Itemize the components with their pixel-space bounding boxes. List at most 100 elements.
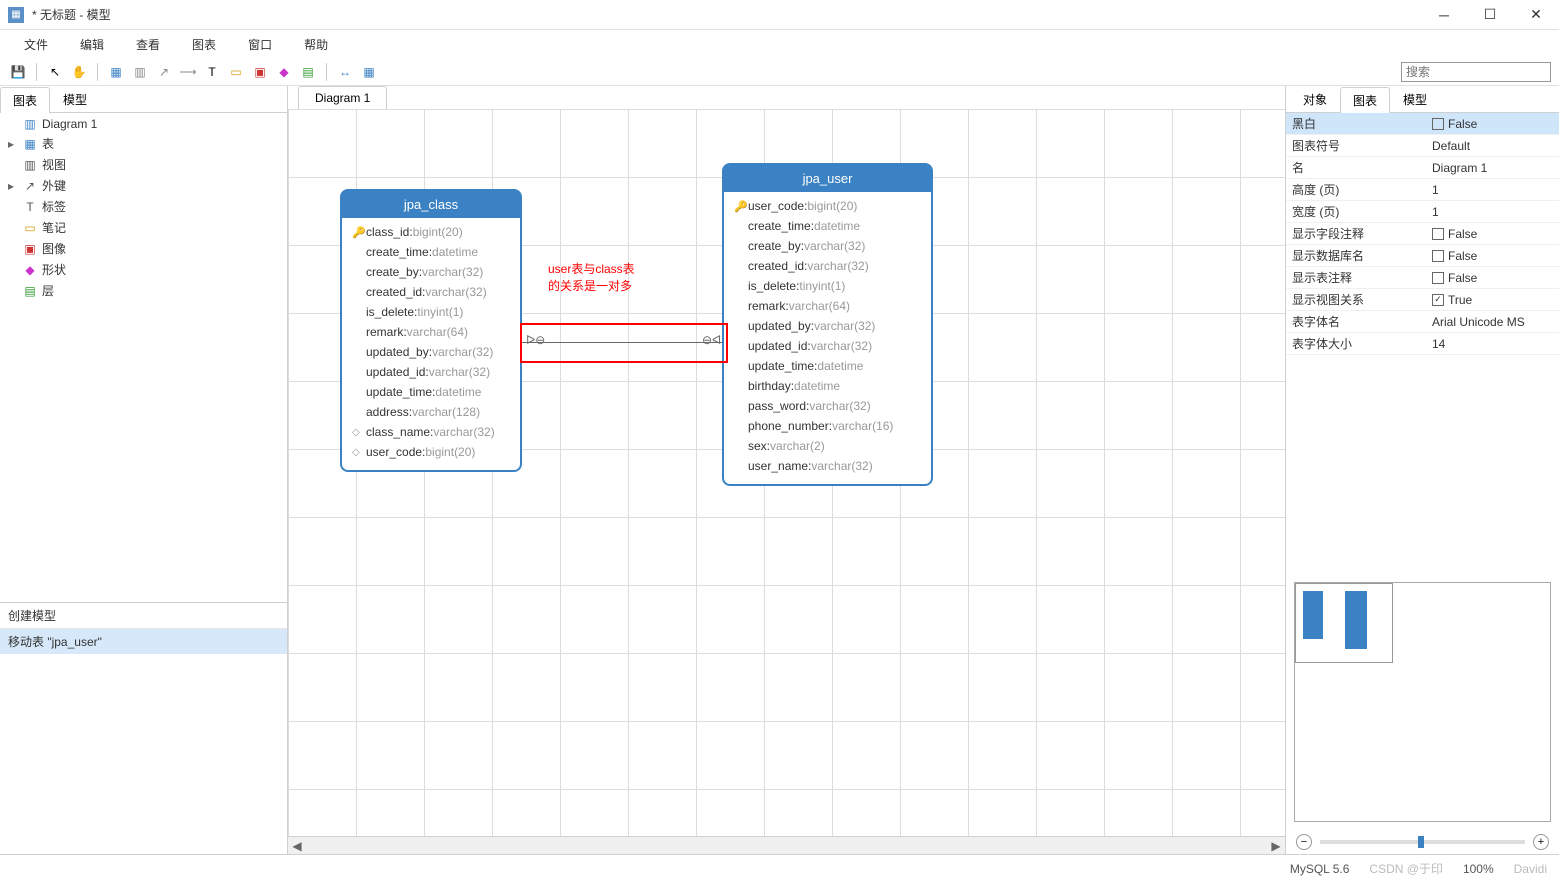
checkbox-icon[interactable] (1432, 118, 1444, 130)
property-row[interactable]: 黑白 False (1286, 113, 1559, 135)
fk-icon[interactable]: ↗ (154, 62, 174, 82)
zoom-in-button[interactable]: + (1533, 834, 1549, 850)
tree-node-fk[interactable]: ▸↗外键 (0, 175, 287, 196)
shape-icon[interactable]: ◆ (274, 62, 294, 82)
column-row[interactable]: phone_number: varchar(16) (734, 416, 921, 436)
view-icon[interactable]: ▥ (130, 62, 150, 82)
property-value[interactable]: False (1432, 271, 1553, 285)
column-row[interactable]: create_by: varchar(32) (734, 236, 921, 256)
left-tab-diagram[interactable]: 图表 (0, 87, 50, 113)
link-icon[interactable]: ↔ (335, 62, 355, 82)
tree-node-table[interactable]: ▸▦表 (0, 133, 287, 154)
column-row[interactable]: address: varchar(128) (352, 402, 510, 422)
column-row[interactable]: remark: varchar(64) (734, 296, 921, 316)
left-tab-model[interactable]: 模型 (50, 86, 100, 112)
property-row[interactable]: 高度 (页)1 (1286, 179, 1559, 201)
tree-node-image[interactable]: ▣图像 (0, 238, 287, 259)
relation-icon[interactable]: ⟶ (178, 62, 198, 82)
checkbox-icon[interactable] (1432, 250, 1444, 262)
diagram-canvas[interactable]: jpa_class 🔑class_id: bigint(20)create_ti… (288, 109, 1285, 836)
pointer-icon[interactable]: ↖ (45, 62, 65, 82)
menu-view[interactable]: 查看 (120, 32, 176, 57)
property-value[interactable]: 1 (1432, 183, 1553, 197)
history-item[interactable]: 移动表 "jpa_user" (0, 629, 287, 654)
column-row[interactable]: updated_by: varchar(32) (734, 316, 921, 336)
right-tab-model[interactable]: 模型 (1390, 86, 1440, 112)
column-row[interactable]: birthday: datetime (734, 376, 921, 396)
right-tab-diagram[interactable]: 图表 (1340, 87, 1390, 113)
column-row[interactable]: 🔑user_code: bigint(20) (734, 196, 921, 216)
note-icon[interactable]: ▭ (226, 62, 246, 82)
checkbox-icon[interactable] (1432, 228, 1444, 240)
layer-icon[interactable]: ▤ (298, 62, 318, 82)
tree-node-note[interactable]: ▭笔记 (0, 217, 287, 238)
property-value[interactable]: ✓ True (1432, 293, 1553, 307)
property-value[interactable]: False (1432, 249, 1553, 263)
column-row[interactable]: user_name: varchar(32) (734, 456, 921, 476)
property-row[interactable]: 显示表注释 False (1286, 267, 1559, 289)
column-row[interactable]: pass_word: varchar(32) (734, 396, 921, 416)
column-row[interactable]: sex: varchar(2) (734, 436, 921, 456)
property-value[interactable]: False (1432, 117, 1553, 131)
column-row[interactable]: updated_by: varchar(32) (352, 342, 510, 362)
menu-diagram[interactable]: 图表 (176, 32, 232, 57)
checkbox-icon[interactable] (1432, 272, 1444, 284)
column-row[interactable]: remark: varchar(64) (352, 322, 510, 342)
column-row[interactable]: updated_id: varchar(32) (352, 362, 510, 382)
maximize-button[interactable]: ☐ (1467, 0, 1513, 30)
property-row[interactable]: 名Diagram 1 (1286, 157, 1559, 179)
column-row[interactable]: 🔑class_id: bigint(20) (352, 222, 510, 242)
overview-map[interactable] (1294, 582, 1551, 822)
property-value[interactable]: Diagram 1 (1432, 161, 1553, 175)
color-icon[interactable]: ▦ (359, 62, 379, 82)
property-value[interactable]: Arial Unicode MS (1432, 315, 1553, 329)
tree-view[interactable]: ▥Diagram 1 ▸▦表 ▥视图 ▸↗外键 T标签 ▭笔记 ▣图像 ◆形状 … (0, 113, 287, 602)
property-row[interactable]: 显示数据库名 False (1286, 245, 1559, 267)
horizontal-scrollbar[interactable]: ◀ ▶ (288, 836, 1285, 854)
minimize-button[interactable]: ─ (1421, 0, 1467, 30)
column-row[interactable]: updated_id: varchar(32) (734, 336, 921, 356)
column-row[interactable]: created_id: varchar(32) (352, 282, 510, 302)
search-input[interactable] (1401, 62, 1551, 82)
save-icon[interactable]: 💾 (8, 62, 28, 82)
column-row[interactable]: ◇class_name: varchar(32) (352, 422, 510, 442)
scroll-left-icon[interactable]: ◀ (288, 839, 306, 853)
image-icon[interactable]: ▣ (250, 62, 270, 82)
table-icon[interactable]: ▦ (106, 62, 126, 82)
tree-node-shape[interactable]: ◆形状 (0, 259, 287, 280)
tree-node-tag[interactable]: T标签 (0, 196, 287, 217)
property-row[interactable]: 显示视图关系✓ True (1286, 289, 1559, 311)
column-row[interactable]: create_by: varchar(32) (352, 262, 510, 282)
property-value[interactable]: 14 (1432, 337, 1553, 351)
menu-window[interactable]: 窗口 (232, 32, 288, 57)
zoom-thumb[interactable] (1418, 836, 1424, 848)
column-row[interactable]: update_time: datetime (734, 356, 921, 376)
tag-icon[interactable]: T (202, 62, 222, 82)
checkbox-icon[interactable]: ✓ (1432, 294, 1444, 306)
hand-icon[interactable]: ✋ (69, 62, 89, 82)
entity-jpa-user[interactable]: jpa_user 🔑user_code: bigint(20)create_ti… (722, 163, 933, 486)
column-row[interactable]: is_delete: tinyint(1) (734, 276, 921, 296)
property-row[interactable]: 显示字段注释 False (1286, 223, 1559, 245)
tree-node-layer[interactable]: ▤层 (0, 280, 287, 301)
property-row[interactable]: 图表符号Default (1286, 135, 1559, 157)
property-value[interactable]: False (1432, 227, 1553, 241)
column-row[interactable]: create_time: datetime (352, 242, 510, 262)
property-row[interactable]: 表字体大小14 (1286, 333, 1559, 355)
zoom-out-button[interactable]: − (1296, 834, 1312, 850)
property-row[interactable]: 表字体名Arial Unicode MS (1286, 311, 1559, 333)
canvas-tab-diagram1[interactable]: Diagram 1 (298, 86, 387, 109)
scroll-right-icon[interactable]: ▶ (1267, 839, 1285, 853)
menu-edit[interactable]: 编辑 (64, 32, 120, 57)
menu-file[interactable]: 文件 (8, 32, 64, 57)
entity-jpa-class[interactable]: jpa_class 🔑class_id: bigint(20)create_ti… (340, 189, 522, 472)
property-value[interactable]: Default (1432, 139, 1553, 153)
column-row[interactable]: update_time: datetime (352, 382, 510, 402)
right-tab-object[interactable]: 对象 (1290, 86, 1340, 112)
close-button[interactable]: ✕ (1513, 0, 1559, 30)
tree-node-view[interactable]: ▥视图 (0, 154, 287, 175)
column-row[interactable]: is_delete: tinyint(1) (352, 302, 510, 322)
column-row[interactable]: ◇user_code: bigint(20) (352, 442, 510, 462)
property-row[interactable]: 宽度 (页)1 (1286, 201, 1559, 223)
tree-node-diagram1[interactable]: ▥Diagram 1 (0, 115, 287, 133)
